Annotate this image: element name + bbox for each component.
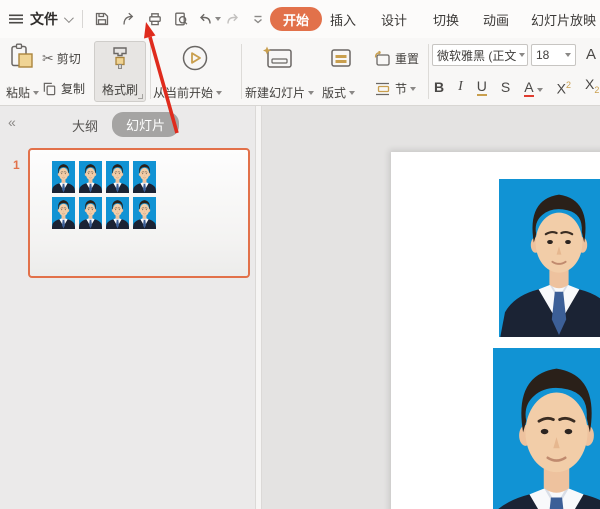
workspace: « 大纲 幻灯片 1 <box>0 106 600 509</box>
reset-button[interactable]: 重置 <box>374 50 419 67</box>
id-photo-mini <box>79 161 102 193</box>
tab-design[interactable]: 设计 <box>381 7 407 31</box>
tab-outline[interactable]: 大纲 <box>72 116 98 135</box>
tab-animation[interactable]: 动画 <box>483 7 509 31</box>
format-painter-button[interactable]: 格式刷 <box>94 41 146 102</box>
from-current-button[interactable]: 从当前开始 <box>153 84 222 101</box>
file-chevron-down-icon[interactable] <box>64 0 71 38</box>
more-chevron-icon[interactable] <box>246 7 270 31</box>
tab-slideshow[interactable]: 幻灯片放映 <box>531 7 596 31</box>
thumbnail-photo-grid <box>52 161 156 229</box>
tab-transition[interactable]: 切换 <box>433 7 459 31</box>
tab-insert[interactable]: 插入 <box>330 7 356 31</box>
print-icon[interactable] <box>143 7 167 31</box>
font-name-select[interactable]: 微软雅黑 (正文 <box>432 44 528 66</box>
slides-panel: « 大纲 幻灯片 1 <box>0 106 255 509</box>
section-button[interactable]: 节 <box>374 80 416 97</box>
print-preview-icon[interactable] <box>169 7 193 31</box>
id-photo-large-1[interactable] <box>499 179 600 337</box>
strikethrough-button[interactable]: S <box>501 79 510 95</box>
wps-presentation-window: 文件 开始 插入 设计 切换 动画 幻灯片放映 <box>0 0 600 509</box>
file-menu[interactable]: 文件 <box>30 0 58 38</box>
play-circle-icon[interactable] <box>181 44 209 75</box>
title-bar: 文件 开始 插入 设计 切换 动画 幻灯片放映 <box>0 0 600 38</box>
slide-canvas[interactable] <box>262 106 600 509</box>
subscript-button[interactable]: X2 <box>585 76 599 98</box>
copy-icon <box>42 81 57 96</box>
section-icon <box>374 81 391 97</box>
id-photo-mini <box>106 161 129 193</box>
cut-button[interactable]: ✂ 剪切 <box>42 50 81 67</box>
superscript-button[interactable]: X2 <box>557 77 571 97</box>
format-painter-brush-icon <box>109 46 131 70</box>
new-slide-icon[interactable] <box>262 45 294 74</box>
ribbon-divider <box>428 44 429 99</box>
hamburger-menu-icon[interactable] <box>8 0 24 38</box>
toolbar-divider <box>82 10 83 28</box>
layout-button[interactable]: 版式 <box>322 84 355 101</box>
collapse-panel-button[interactable]: « <box>8 114 16 130</box>
export-icon[interactable] <box>117 7 141 31</box>
slide-number: 1 <box>13 158 20 172</box>
tab-home[interactable]: 开始 <box>270 7 322 31</box>
id-photo-mini <box>133 161 156 193</box>
format-painter-options-corner[interactable] <box>138 94 143 99</box>
undo-dropdown-icon[interactable] <box>212 0 221 38</box>
increase-font-button[interactable]: A <box>586 46 596 63</box>
slide-thumbnail-selected[interactable] <box>28 148 250 278</box>
ribbon-divider <box>150 44 151 99</box>
save-icon[interactable] <box>90 7 114 31</box>
italic-button[interactable]: I <box>458 79 463 95</box>
bold-button[interactable]: B <box>434 79 444 95</box>
font-color-button[interactable]: A <box>524 79 542 95</box>
paste-clipboard-icon[interactable] <box>10 43 34 72</box>
ribbon: 粘贴 ✂ 剪切 复制 格式刷 从当前开始 新建幻灯片 <box>0 38 600 106</box>
id-photo-large-2[interactable] <box>493 348 600 509</box>
panel-splitter[interactable] <box>255 106 262 509</box>
layout-icon[interactable] <box>329 46 353 73</box>
underline-button[interactable]: U <box>477 78 487 96</box>
slide-page[interactable] <box>391 152 600 509</box>
copy-button[interactable]: 复制 <box>42 80 85 97</box>
font-size-select[interactable]: 18 <box>531 44 576 66</box>
ribbon-divider <box>241 44 242 99</box>
redo-icon[interactable] <box>221 7 245 31</box>
reset-icon <box>374 51 391 67</box>
scissors-icon: ✂ <box>42 50 54 67</box>
id-photo-mini <box>52 161 75 193</box>
id-photo-mini <box>52 197 75 229</box>
paste-button[interactable]: 粘贴 <box>6 84 39 101</box>
id-photo-mini <box>79 197 102 229</box>
id-photo-mini <box>106 197 129 229</box>
new-slide-button[interactable]: 新建幻灯片 <box>245 84 314 101</box>
id-photo-mini <box>133 197 156 229</box>
tab-slides[interactable]: 幻灯片 <box>112 112 179 137</box>
